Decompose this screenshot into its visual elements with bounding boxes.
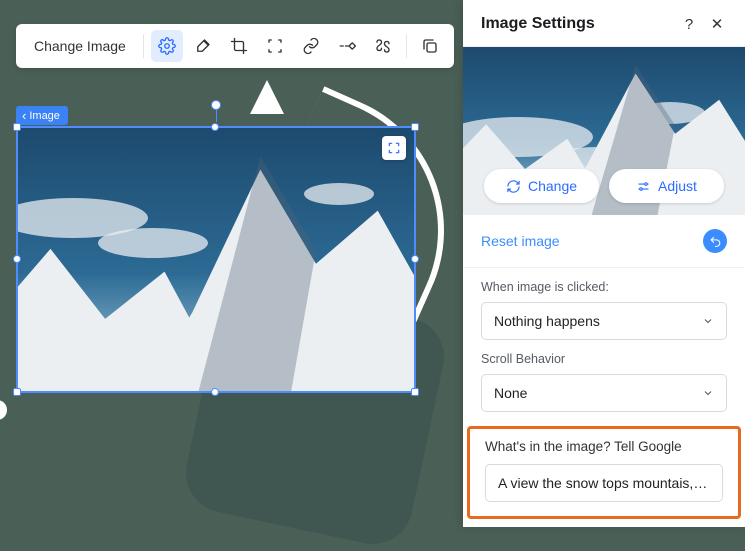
resize-handle-b[interactable]: [211, 388, 219, 396]
resize-handle-r[interactable]: [411, 255, 419, 263]
breadcrumb[interactable]: Image: [16, 106, 68, 125]
duplicate-icon[interactable]: [414, 30, 446, 62]
swap-icon[interactable]: [367, 30, 399, 62]
close-icon[interactable]: ✕: [707, 14, 727, 34]
change-button[interactable]: Change: [484, 169, 599, 203]
image-preview: Change Adjust: [463, 47, 745, 215]
image-settings-panel: Image Settings ? ✕ Change Adjust Reset i…: [463, 0, 745, 527]
reset-row: Reset image: [463, 215, 745, 268]
animation-icon[interactable]: [331, 30, 363, 62]
resize-handle-bl[interactable]: [13, 388, 21, 396]
resize-handle-tl[interactable]: [13, 123, 21, 131]
rotate-handle[interactable]: [211, 100, 221, 110]
resize-handle-tr[interactable]: [411, 123, 419, 131]
gear-icon[interactable]: [151, 30, 183, 62]
alt-text-label: What's in the image? Tell Google: [485, 439, 723, 454]
click-behavior-value: Nothing happens: [494, 313, 600, 329]
adjust-label: Adjust: [658, 178, 697, 194]
undo-icon: [709, 235, 722, 248]
scroll-behavior-label: Scroll Behavior: [481, 352, 727, 366]
panel-title: Image Settings: [481, 15, 671, 33]
expand-button[interactable]: [382, 136, 406, 160]
separator: [143, 34, 144, 58]
edge-handle[interactable]: [0, 400, 7, 420]
change-label: Change: [528, 178, 577, 194]
click-behavior-label: When image is clicked:: [481, 280, 727, 294]
focus-icon[interactable]: [259, 30, 291, 62]
alt-text-section: What's in the image? Tell Google A view …: [467, 426, 741, 519]
chevron-down-icon: [702, 315, 714, 327]
scroll-behavior-field: Scroll Behavior None: [463, 340, 745, 412]
image-toolbar: Change Image: [16, 24, 454, 68]
chevron-down-icon: [702, 387, 714, 399]
undo-button[interactable]: [703, 229, 727, 253]
click-behavior-select[interactable]: Nothing happens: [481, 302, 727, 340]
resize-handle-l[interactable]: [13, 255, 21, 263]
help-icon[interactable]: ?: [679, 14, 699, 34]
reset-link[interactable]: Reset image: [481, 233, 703, 249]
adjust-button[interactable]: Adjust: [609, 169, 724, 203]
selected-image[interactable]: [16, 126, 416, 393]
refresh-icon: [506, 179, 521, 194]
breadcrumb-label: Image: [29, 110, 60, 122]
brush-icon[interactable]: [187, 30, 219, 62]
alt-text-input[interactable]: A view the snow tops mountais, ever…: [485, 464, 723, 502]
image-content: [18, 128, 414, 391]
scroll-behavior-select[interactable]: None: [481, 374, 727, 412]
resize-handle-br[interactable]: [411, 388, 419, 396]
background-arrow: [250, 80, 284, 114]
change-image-button[interactable]: Change Image: [24, 32, 136, 60]
click-behavior-field: When image is clicked: Nothing happens: [463, 268, 745, 340]
sliders-icon: [636, 179, 651, 194]
panel-header: Image Settings ? ✕: [463, 0, 745, 47]
link-icon[interactable]: [295, 30, 327, 62]
crop-icon[interactable]: [223, 30, 255, 62]
resize-handle-t[interactable]: [211, 123, 219, 131]
separator: [406, 34, 407, 58]
scroll-behavior-value: None: [494, 385, 527, 401]
